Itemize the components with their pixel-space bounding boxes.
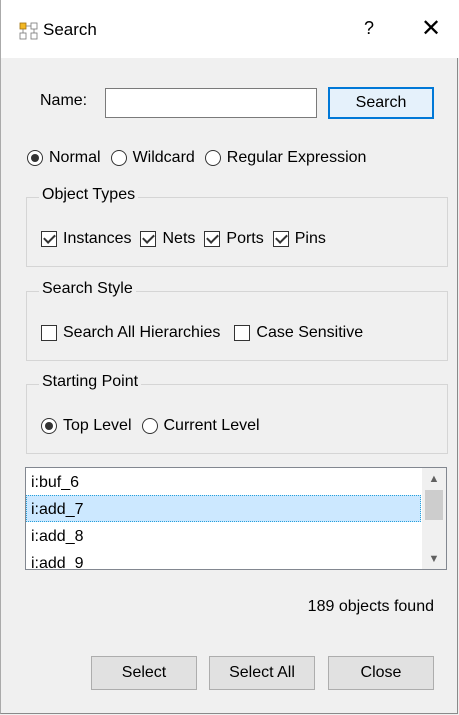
checkbox-case-sensitive-box[interactable]	[234, 325, 251, 341]
object-types-title: Object Types	[39, 186, 139, 204]
starting-point-group: Starting Point Top Level Current Level	[26, 373, 448, 454]
close-icon[interactable]: ✕	[419, 14, 443, 42]
checkbox-search-all-hierarchies[interactable]: Search All Hierarchies	[41, 324, 220, 342]
select-button[interactable]: Select	[91, 656, 197, 690]
list-item-selected[interactable]: i:add_7	[26, 495, 421, 522]
radio-regex-label: Regular Expression	[226, 149, 367, 166]
checkbox-instances-label: Instances	[63, 230, 132, 247]
app-icon	[19, 22, 38, 40]
search-button[interactable]: Search	[328, 87, 434, 119]
search-dialog: Search ? ✕ Name: Search Normal Wildcard …	[0, 0, 459, 714]
radio-current-level-indicator[interactable]	[141, 418, 158, 434]
name-input[interactable]	[105, 88, 317, 118]
checkbox-nets-box[interactable]	[140, 231, 157, 247]
list-item[interactable]: i:add_9	[26, 549, 421, 569]
radio-top-level[interactable]: Top Level	[41, 417, 132, 435]
scroll-thumb[interactable]	[425, 490, 443, 520]
radio-normal-indicator[interactable]	[27, 150, 43, 166]
checkbox-case-sensitive[interactable]: Case Sensitive	[234, 324, 363, 342]
checkbox-search-all-hierarchies-label: Search All Hierarchies	[63, 324, 221, 341]
search-style-options: Search All Hierarchies Case Sensitive	[41, 324, 363, 342]
select-all-button[interactable]: Select All	[209, 656, 315, 690]
radio-wildcard-indicator[interactable]	[110, 150, 127, 166]
list-item[interactable]: i:buf_6	[26, 468, 421, 495]
checkbox-instances[interactable]: Instances	[41, 230, 131, 248]
checkbox-pins[interactable]: Pins	[272, 230, 326, 248]
radio-normal[interactable]: Normal	[27, 149, 101, 167]
scroll-down-icon[interactable]: ▼	[422, 550, 446, 568]
checkbox-nets[interactable]: Nets	[140, 230, 195, 248]
radio-current-level-label: Current Level	[163, 417, 260, 434]
help-button[interactable]: ?	[359, 18, 379, 39]
radio-wildcard-label: Wildcard	[132, 149, 195, 166]
checkbox-ports[interactable]: Ports	[204, 230, 264, 248]
checkbox-search-all-hierarchies-box[interactable]	[41, 325, 57, 341]
scroll-up-icon[interactable]: ▲	[422, 470, 446, 488]
checkbox-instances-box[interactable]	[41, 231, 57, 247]
results-scrollbar[interactable]: ▲ ▼	[422, 468, 446, 569]
checkbox-ports-label: Ports	[226, 230, 264, 247]
checkbox-pins-box[interactable]	[272, 231, 289, 247]
object-types-options: Instances Nets Ports Pins	[41, 230, 326, 248]
status-text: 189 objects found	[307, 598, 434, 615]
checkbox-nets-label: Nets	[162, 230, 196, 247]
starting-point-title: Starting Point	[39, 373, 142, 391]
window-title: Search	[43, 20, 97, 39]
radio-regex[interactable]: Regular Expression	[204, 149, 367, 167]
radio-current-level[interactable]: Current Level	[141, 417, 260, 435]
radio-regex-indicator[interactable]	[204, 150, 221, 166]
checkbox-pins-label: Pins	[294, 230, 326, 247]
object-types-group: Object Types Instances Nets Ports Pins	[26, 186, 448, 267]
radio-top-level-label: Top Level	[63, 417, 132, 434]
search-style-group: Search Style Search All Hierarchies Case…	[26, 280, 448, 361]
results-items: i:buf_6 i:add_7 i:add_8 i:add_9	[26, 468, 421, 569]
radio-wildcard[interactable]: Wildcard	[110, 149, 195, 167]
checkbox-ports-box[interactable]	[204, 231, 221, 247]
radio-normal-label: Normal	[49, 149, 101, 166]
name-label: Name:	[40, 92, 88, 109]
radio-top-level-indicator[interactable]	[41, 418, 57, 434]
close-button[interactable]: Close	[328, 656, 434, 690]
results-list[interactable]: i:buf_6 i:add_7 i:add_8 i:add_9 ▲ ▼	[25, 467, 447, 570]
match-mode-group: Normal Wildcard Regular Expression	[27, 149, 366, 167]
search-style-title: Search Style	[39, 280, 136, 298]
checkbox-case-sensitive-label: Case Sensitive	[256, 324, 364, 341]
starting-point-options: Top Level Current Level	[41, 417, 260, 435]
title-bar: Search ? ✕	[1, 0, 459, 58]
list-item[interactable]: i:add_8	[26, 522, 421, 549]
